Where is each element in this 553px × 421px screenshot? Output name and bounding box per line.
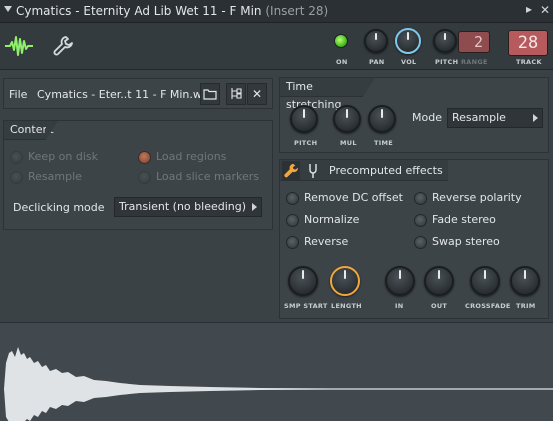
normalize-label: Normalize [304, 213, 360, 226]
keep-on-disk-option[interactable]: Keep on disk [10, 150, 99, 164]
radio-icon [286, 236, 299, 249]
out-label: OUT [431, 302, 448, 310]
in-label: IN [395, 302, 404, 310]
window-title-text: Cymatics - Eternity Ad Lib Wet 11 - F Mi… [16, 4, 262, 18]
file-label: File [9, 88, 28, 101]
trim-label: TRIM [516, 302, 536, 310]
stretch-pitch-knob[interactable] [290, 105, 318, 133]
reverse-option[interactable]: Reverse [286, 235, 349, 249]
on-label: ON [336, 58, 348, 66]
on-led[interactable] [334, 34, 348, 48]
fade-stereo-label: Fade stereo [432, 213, 496, 226]
fade-stereo-option[interactable]: Fade stereo [414, 213, 496, 227]
keep-on-disk-label: Keep on disk [28, 150, 99, 163]
radio-icon [286, 192, 299, 205]
insert-label: (Insert 28) [265, 4, 329, 18]
resample-option[interactable]: Resample [10, 170, 82, 184]
pan-knob[interactable] [364, 29, 388, 53]
load-regions-option[interactable]: Load regions [138, 150, 227, 164]
load-slice-markers-option[interactable]: Load slice markers [138, 170, 260, 184]
waveform-icon [4, 347, 553, 421]
swap-stereo-option[interactable]: Swap stereo [414, 235, 500, 249]
length-label: LENGTH [331, 302, 362, 310]
dropdown-arrow-icon [252, 203, 257, 211]
smp-start-knob[interactable] [288, 266, 318, 296]
crossfade-knob[interactable] [470, 266, 500, 296]
arrow-right-icon[interactable]: ▸ [526, 2, 532, 16]
pitch-label: PITCH [435, 58, 459, 66]
remove-dc-offset-option[interactable]: Remove DC offset [286, 191, 403, 205]
range-label: RANGE [461, 58, 488, 66]
vol-label: VOL [401, 58, 417, 66]
radio-icon [138, 171, 151, 184]
out-knob[interactable] [424, 266, 454, 296]
audio-clip-icon[interactable] [4, 33, 34, 59]
radio-icon [414, 236, 427, 249]
wrench-icon[interactable] [282, 161, 300, 180]
window-menu-icon[interactable] [4, 6, 12, 12]
declicking-mode-select[interactable]: Transient (no bleeding) [114, 197, 262, 217]
reverse-polarity-label: Reverse polarity [432, 191, 522, 204]
dropdown-arrow-icon [533, 114, 538, 122]
stretch-mul-knob[interactable] [333, 105, 361, 133]
radio-icon [138, 151, 151, 164]
length-knob[interactable] [330, 266, 360, 296]
pitch-knob[interactable] [433, 29, 457, 53]
normalize-option[interactable]: Normalize [286, 213, 360, 227]
radio-icon [414, 214, 427, 227]
precomputed-effects-title: Precomputed effects [329, 164, 443, 177]
trim-knob[interactable] [510, 266, 540, 296]
tuning-fork-icon[interactable] [309, 163, 317, 183]
in-knob[interactable] [385, 266, 415, 296]
content-header: Content [4, 121, 58, 140]
mode-value: Resample [452, 111, 506, 124]
track-display[interactable]: 28 [508, 30, 548, 56]
remove-dc-offset-label: Remove DC offset [304, 191, 403, 204]
radio-icon [10, 151, 23, 164]
smp-start-label: SMP START [284, 302, 328, 310]
close-icon[interactable]: ✕ [540, 3, 550, 17]
window-title: Cymatics - Eternity Ad Lib Wet 11 - F Mi… [16, 4, 328, 18]
stretch-pitch-label: PITCH [294, 139, 318, 147]
reverse-label: Reverse [304, 235, 349, 248]
stretch-time-label: TIME [374, 139, 393, 147]
radio-icon [10, 171, 23, 184]
mode-label: Mode [412, 111, 442, 124]
crossfade-label: CROSSFADE [465, 302, 511, 310]
range-value: 2 [473, 33, 483, 51]
radio-icon [286, 214, 299, 227]
title-bar[interactable]: Cymatics - Eternity Ad Lib Wet 11 - F Mi… [0, 0, 553, 23]
swap-stereo-label: Swap stereo [432, 235, 500, 248]
reverse-polarity-option[interactable]: Reverse polarity [414, 191, 522, 205]
declicking-mode-value: Transient (no bleeding) [119, 200, 247, 213]
track-value: 28 [517, 33, 539, 53]
wrench-icon[interactable] [52, 34, 74, 56]
file-name: Cymatics - Eter..t 11 - F Min.wav [37, 88, 216, 101]
load-regions-label: Load regions [156, 150, 227, 163]
waveform-display[interactable] [0, 322, 553, 421]
resample-label: Resample [28, 170, 82, 183]
time-stretching-header: Time stretching [280, 78, 375, 111]
track-label: TRACK [516, 58, 542, 66]
channel-toolbar: ON PAN VOL PITCH 2 RANGE 28 TRACK [0, 23, 553, 70]
pan-label: PAN [369, 58, 385, 66]
stretch-mul-label: MUL [340, 139, 357, 147]
load-slice-markers-label: Load slice markers [156, 170, 260, 183]
folder-icon[interactable] [200, 83, 220, 105]
radio-icon [414, 192, 427, 205]
range-display[interactable]: 2 [458, 31, 490, 53]
close-file-icon[interactable]: ✕ [247, 83, 267, 105]
stretch-time-knob[interactable] [368, 105, 396, 133]
declicking-mode-label: Declicking mode [13, 201, 105, 214]
file-tree-icon[interactable] [226, 83, 246, 105]
vol-knob[interactable] [395, 28, 421, 54]
mode-select[interactable]: Resample [447, 108, 543, 128]
